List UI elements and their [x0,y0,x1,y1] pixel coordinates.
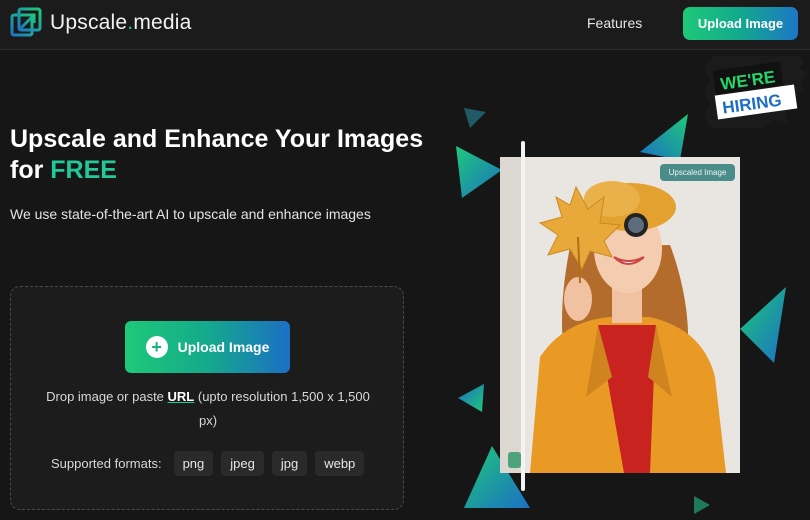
decorative-triangle [456,146,502,198]
comparison-slider-handle[interactable] [521,141,525,491]
decorative-triangle [464,108,486,128]
hero-title: Upscale and Enhance Your Images for FREE [10,125,424,184]
formats-label: Supported formats: [51,456,162,471]
format-badge-png: png [173,451,214,476]
logo-icon [10,7,42,37]
upload-button-label: Upload Image [177,339,270,355]
upload-dropzone[interactable]: + Upload Image Drop image or paste URL (… [10,286,404,510]
supported-formats: Supported formats: png jpeg jpg webp [51,451,365,476]
free-highlight: FREE [50,156,117,184]
format-badge-webp: webp [315,451,365,476]
upload-image-button[interactable]: + Upload Image [125,321,290,373]
slider-knob[interactable] [508,452,521,468]
drop-instructions: Drop image or paste URL (upto resolution… [46,389,370,428]
upscaled-image-badge: Upscaled Image [660,164,735,181]
format-badge-jpg: jpg [271,451,308,476]
decorative-triangle [694,496,710,514]
decorative-triangle [640,114,688,160]
decorative-triangle [458,384,484,412]
nav-features-link[interactable]: Features [587,15,642,31]
logo[interactable]: Upscale.media [10,7,192,39]
hiring-badge[interactable]: WE'RE HIRING [704,56,808,128]
preview-image [500,157,740,473]
plus-icon: + [145,336,168,358]
header-upload-button[interactable]: Upload Image [683,7,798,40]
logo-text: Upscale.media [50,11,192,34]
paste-url-link[interactable]: URL [168,389,195,404]
top-navbar: Upscale.media Features Upload Image [0,0,810,50]
decorative-triangle [740,287,786,363]
format-badge-jpeg: jpeg [221,451,264,476]
hero-subtitle: We use state-of-the-art AI to upscale an… [10,206,371,222]
